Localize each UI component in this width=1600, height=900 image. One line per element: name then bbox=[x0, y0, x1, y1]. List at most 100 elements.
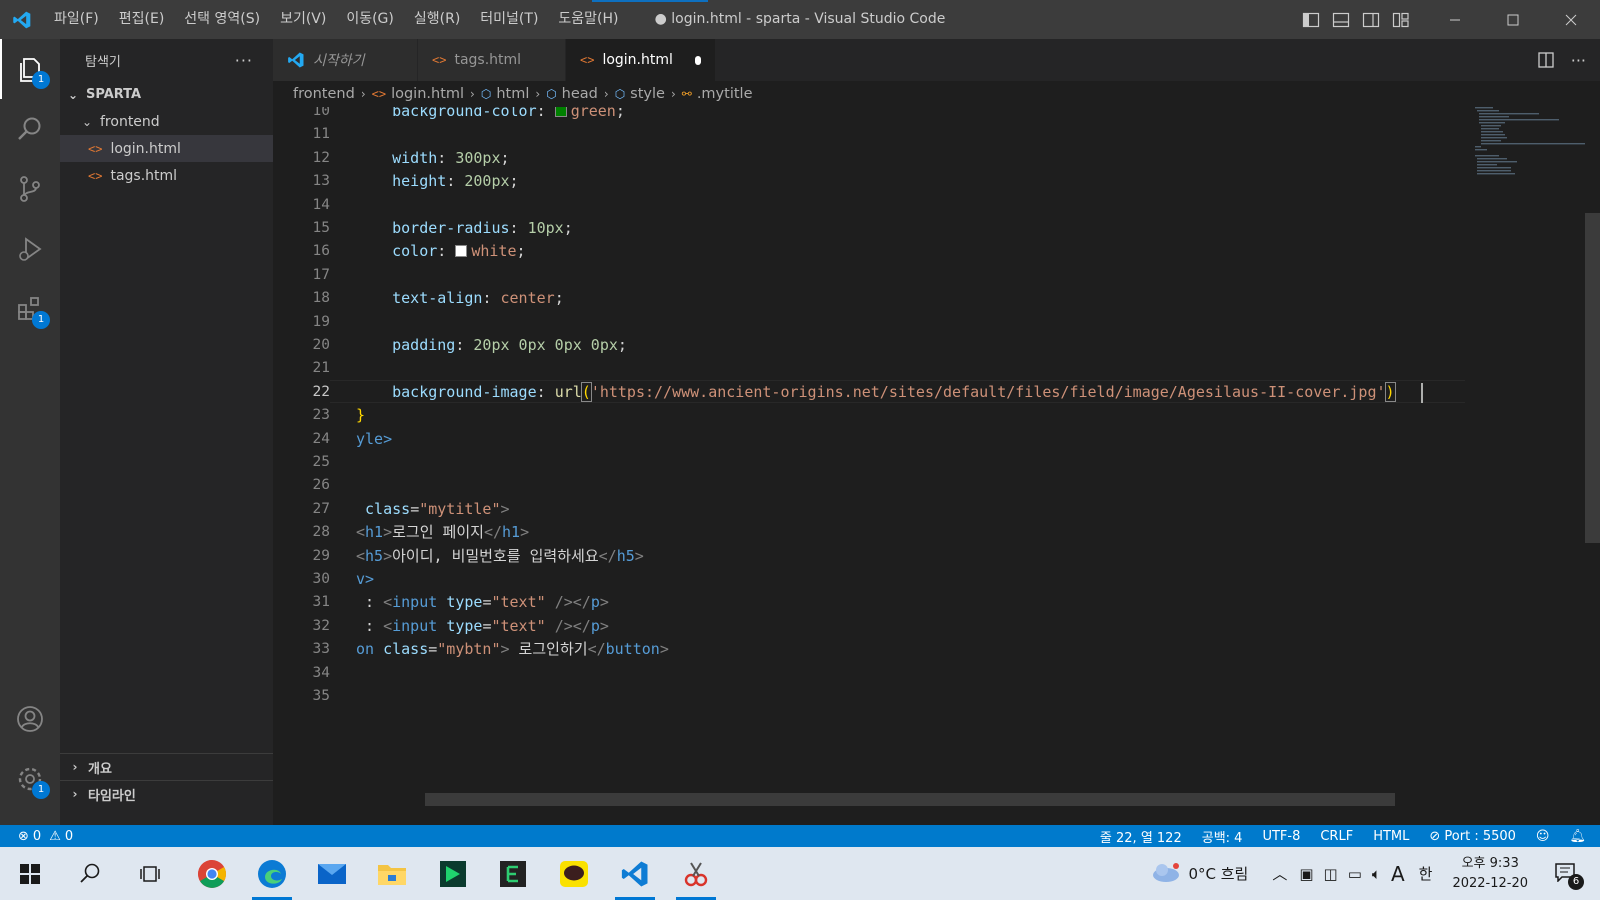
battery-icon[interactable]: ▭ bbox=[1348, 865, 1362, 883]
taskbar-file-explorer[interactable] bbox=[364, 847, 420, 900]
tab-tags-html[interactable]: <> tags.html bbox=[418, 39, 566, 81]
end-of-line[interactable]: CRLF bbox=[1320, 829, 1353, 844]
code-editor[interactable]: 10 11 12 13 14 15 16 17 18 19 20 21 22 2… bbox=[273, 107, 1585, 807]
menu-terminal[interactable]: 터미널(T) bbox=[470, 0, 548, 39]
menu-help[interactable]: 도움말(H) bbox=[548, 0, 628, 39]
manage-button[interactable]: 1 bbox=[0, 749, 60, 809]
run-debug-button[interactable] bbox=[0, 219, 60, 279]
encoding[interactable]: UTF-8 bbox=[1262, 829, 1300, 844]
taskbar-chrome[interactable] bbox=[184, 847, 240, 900]
minimap[interactable] bbox=[1465, 107, 1591, 807]
vscode-logo-icon[interactable] bbox=[0, 0, 44, 39]
taskbar-kakaotalk[interactable] bbox=[546, 847, 602, 900]
live-server-port[interactable]: ⊘ Port : 5500 bbox=[1429, 829, 1516, 844]
line-number: 26 bbox=[312, 477, 330, 494]
menu-selection[interactable]: 선택 영역(S) bbox=[174, 0, 270, 39]
activity-bar: 1 1 1 bbox=[0, 39, 60, 825]
window-controls bbox=[1426, 0, 1600, 39]
language-mode[interactable]: HTML bbox=[1373, 829, 1409, 844]
taskbar-search-button[interactable] bbox=[62, 847, 118, 900]
line-number: 14 bbox=[312, 196, 330, 213]
menu-go[interactable]: 이동(G) bbox=[336, 0, 404, 39]
toggle-panel-icon[interactable] bbox=[1332, 11, 1350, 29]
toggle-primary-sidebar-icon[interactable] bbox=[1302, 11, 1320, 29]
unsaved-dot-icon[interactable] bbox=[694, 55, 701, 65]
outline-section[interactable]: › 개요 bbox=[60, 753, 273, 780]
notifications-bell-icon[interactable]: 🔔︎ bbox=[1569, 829, 1586, 844]
taskbar-edge[interactable] bbox=[244, 847, 300, 900]
extensions-button[interactable]: 1 bbox=[0, 279, 60, 339]
taskbar-app-green[interactable] bbox=[425, 847, 481, 900]
start-button[interactable] bbox=[2, 847, 58, 900]
taskbar-vscode[interactable] bbox=[607, 847, 663, 900]
ime-language[interactable]: 한 bbox=[1419, 863, 1433, 884]
tray-app-icon[interactable]: ▣ bbox=[1299, 865, 1313, 883]
vertical-scrollbar-thumb[interactable] bbox=[1585, 213, 1600, 543]
show-hidden-icons[interactable]: ︿ bbox=[1272, 863, 1287, 884]
explorer-header: 탐색기 ··· bbox=[60, 39, 273, 81]
breadcrumb-item[interactable]: head bbox=[562, 86, 598, 102]
breadcrumb-item[interactable]: .mytitle bbox=[697, 86, 753, 102]
indentation[interactable]: 공백: 4 bbox=[1202, 827, 1243, 846]
explorer-button[interactable]: 1 bbox=[0, 39, 60, 99]
breadcrumb-item[interactable]: login.html bbox=[391, 86, 464, 102]
camera-icon[interactable]: ◫ bbox=[1324, 865, 1338, 883]
vertical-scrollbar[interactable] bbox=[1585, 107, 1600, 807]
problems-indicator[interactable]: ⊗ 0 ⚠ 0 bbox=[0, 829, 73, 844]
menu-file[interactable]: 파일(F) bbox=[44, 0, 109, 39]
feedback-icon[interactable]: ☺ bbox=[1536, 829, 1550, 844]
code-line: height: 200px; bbox=[392, 172, 519, 191]
menu-run[interactable]: 실행(R) bbox=[404, 0, 470, 39]
maximize-button[interactable] bbox=[1484, 0, 1542, 39]
chevron-right-icon: › bbox=[535, 87, 541, 101]
breadcrumb-item[interactable]: frontend bbox=[293, 86, 355, 102]
status-bar: ⊗ 0 ⚠ 0 줄 22, 열 122 공백: 4 UTF-8 CRLF HTM… bbox=[0, 825, 1600, 847]
taskbar-mail[interactable] bbox=[304, 847, 360, 900]
search-button[interactable] bbox=[0, 99, 60, 159]
split-editor-icon[interactable] bbox=[1537, 51, 1555, 69]
customize-layout-icon[interactable] bbox=[1392, 11, 1410, 29]
color-swatch-white[interactable] bbox=[455, 245, 468, 258]
weather-text[interactable]: 0°C 흐림 bbox=[1188, 863, 1248, 884]
error-icon: ⊗ bbox=[18, 828, 29, 844]
minimize-icon bbox=[1450, 19, 1460, 20]
taskbar-snipping-tool[interactable] bbox=[668, 847, 724, 900]
explorer-more-button[interactable]: ··· bbox=[235, 51, 253, 70]
accounts-button[interactable] bbox=[0, 689, 60, 749]
task-view-button[interactable] bbox=[122, 847, 178, 900]
menu-view[interactable]: 보기(V) bbox=[270, 0, 336, 39]
tree-folder-frontend[interactable]: ⌄ frontend bbox=[60, 108, 273, 135]
windows-logo-icon bbox=[20, 863, 40, 884]
code-line: } bbox=[356, 406, 366, 425]
tree-file-login[interactable]: <> login.html bbox=[60, 135, 273, 162]
timeline-section[interactable]: › 타임라인 bbox=[60, 780, 273, 807]
tree-file-tags[interactable]: <> tags.html bbox=[60, 162, 273, 189]
toggle-secondary-sidebar-icon[interactable] bbox=[1362, 11, 1380, 29]
line-number: 21 bbox=[312, 360, 330, 377]
title-bar: 파일(F) 편집(E) 선택 영역(S) 보기(V) 이동(G) 실행(R) 터… bbox=[0, 0, 1600, 39]
more-actions-icon[interactable]: ··· bbox=[1571, 51, 1586, 70]
ime-mode[interactable]: A bbox=[1391, 862, 1405, 886]
search-icon bbox=[80, 863, 100, 883]
cursor-position[interactable]: 줄 22, 열 122 bbox=[1100, 827, 1182, 846]
clock-time: 오후 9:33 bbox=[1461, 855, 1519, 871]
close-button[interactable] bbox=[1542, 0, 1600, 39]
color-swatch-green[interactable] bbox=[554, 107, 567, 117]
volume-icon[interactable]: 🔈︎ bbox=[1372, 865, 1381, 883]
menu-edit[interactable]: 편집(E) bbox=[109, 0, 175, 39]
code-line: width: 300px; bbox=[392, 148, 510, 167]
taskbar-app-e[interactable] bbox=[485, 847, 541, 900]
minimize-button[interactable] bbox=[1426, 0, 1484, 39]
weather-cloud-icon[interactable] bbox=[1150, 861, 1182, 887]
notification-center-icon[interactable]: 6 bbox=[1554, 862, 1584, 890]
source-control-button[interactable] bbox=[0, 159, 60, 219]
tab-welcome[interactable]: 시작하기 bbox=[273, 39, 418, 81]
tab-login-html[interactable]: <> login.html bbox=[566, 39, 716, 81]
chevron-right-icon: › bbox=[72, 787, 78, 801]
breadcrumb-item[interactable]: style bbox=[630, 86, 665, 102]
horizontal-scrollbar[interactable] bbox=[425, 793, 1395, 806]
clock[interactable]: 오후 9:33 2022-12-20 bbox=[1452, 854, 1528, 894]
tree-root-sparta[interactable]: ⌄ SPARTA bbox=[60, 81, 273, 108]
line-number: 24 bbox=[312, 430, 330, 447]
breadcrumb-item[interactable]: html bbox=[496, 86, 529, 102]
